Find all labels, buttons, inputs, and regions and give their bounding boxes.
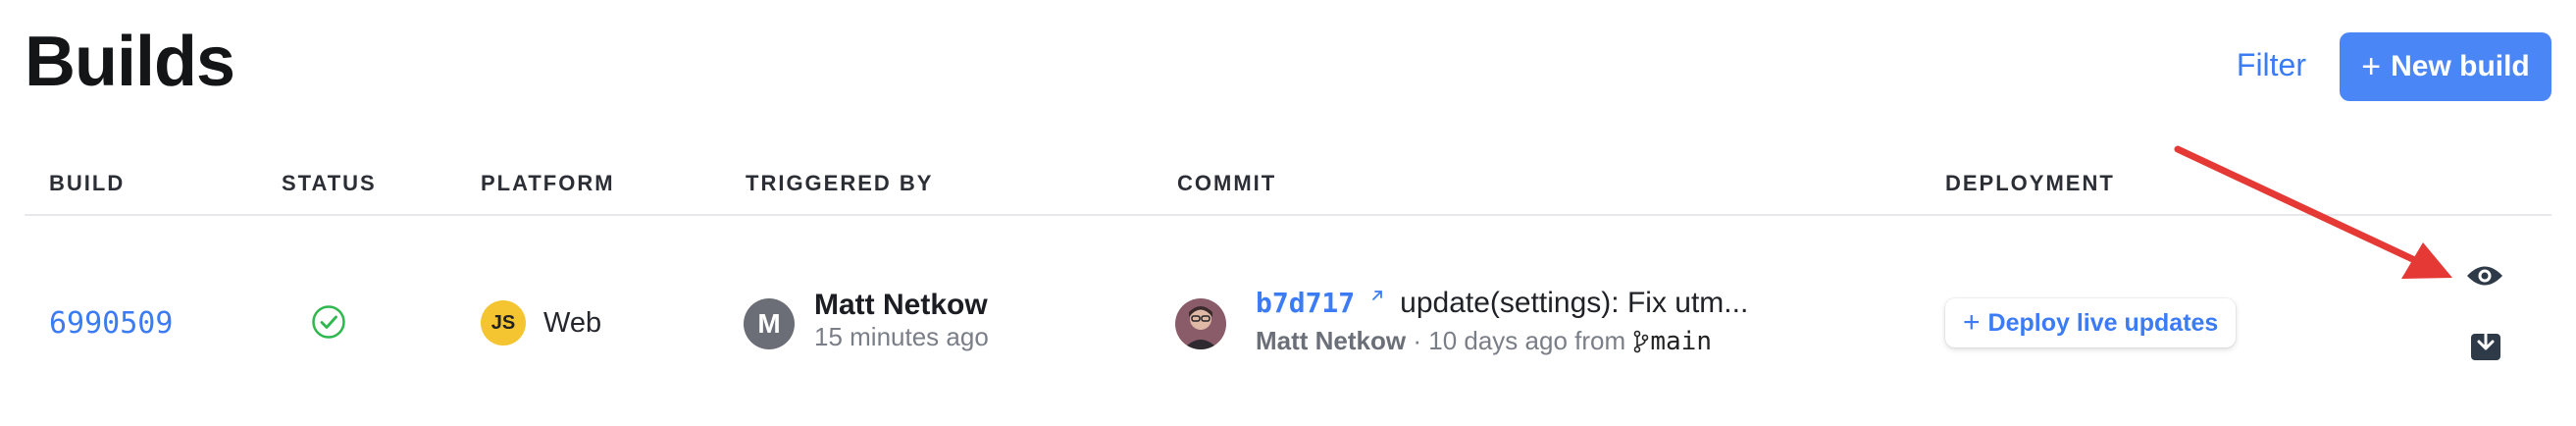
plus-icon: + xyxy=(1963,306,1981,339)
build-id-link[interactable]: 6990509 xyxy=(49,306,173,341)
deployment-cell: + Deploy live updates xyxy=(1945,298,2237,347)
page-header: Builds Filter + New build xyxy=(25,0,2551,137)
column-header-deployment: DEPLOYMENT xyxy=(1945,171,2115,195)
column-header-build: BUILD xyxy=(49,171,126,195)
commit-hash-link[interactable]: b7d717 xyxy=(1256,287,1355,319)
avatar: M xyxy=(744,298,795,349)
plus-icon: + xyxy=(2361,48,2382,85)
column-header-platform: PLATFORM xyxy=(481,171,615,195)
table-row[interactable]: 6990509 JS Web M Matt Netkow 15 minutes … xyxy=(25,216,2551,393)
commit-message: update(settings): Fix utm... xyxy=(1400,287,1749,319)
commit-info: b7d717 update(settings): Fix utm... Matt… xyxy=(1256,287,1748,356)
commit-author-avatar xyxy=(1175,298,1226,349)
platform-label: Web xyxy=(543,306,602,339)
status-success-icon xyxy=(311,304,346,345)
builds-table: BUILD STATUS PLATFORM TRIGGERED BY COMMI… xyxy=(25,147,2551,393)
triggered-by-name: Matt Netkow xyxy=(814,289,988,321)
column-header-triggered-by: TRIGGERED BY xyxy=(746,171,934,195)
triggered-by-info: Matt Netkow 15 minutes ago xyxy=(814,289,989,352)
commit-meta: Matt Netkow · 10 days ago from main xyxy=(1256,326,1748,356)
external-link-icon[interactable] xyxy=(1368,287,1386,304)
table-header: BUILD STATUS PLATFORM TRIGGERED BY COMMI… xyxy=(25,147,2551,216)
triggered-by-time: 15 minutes ago xyxy=(814,322,989,351)
commit-author: Matt Netkow xyxy=(1256,326,1407,355)
download-icon[interactable] xyxy=(2470,327,2501,366)
eye-icon[interactable] xyxy=(2465,263,2504,293)
commit-time: · 10 days ago from xyxy=(1406,326,1633,355)
platform-cell: JS Web xyxy=(481,300,601,346)
new-build-label: New build xyxy=(2391,50,2530,82)
deploy-live-updates-label: Deploy live updates xyxy=(1987,308,2219,337)
column-header-status: STATUS xyxy=(282,171,377,195)
page-title: Builds xyxy=(25,23,235,101)
git-branch-icon xyxy=(1634,330,1649,352)
deploy-live-updates-button[interactable]: + Deploy live updates xyxy=(1945,298,2237,347)
column-header-commit: COMMIT xyxy=(1177,171,1277,195)
filter-button[interactable]: Filter xyxy=(2237,47,2306,83)
branch-name: main xyxy=(1650,326,1712,356)
js-icon: JS xyxy=(481,300,526,346)
triggered-by-avatar: M xyxy=(744,298,795,349)
new-build-button[interactable]: + New build xyxy=(2340,32,2551,101)
